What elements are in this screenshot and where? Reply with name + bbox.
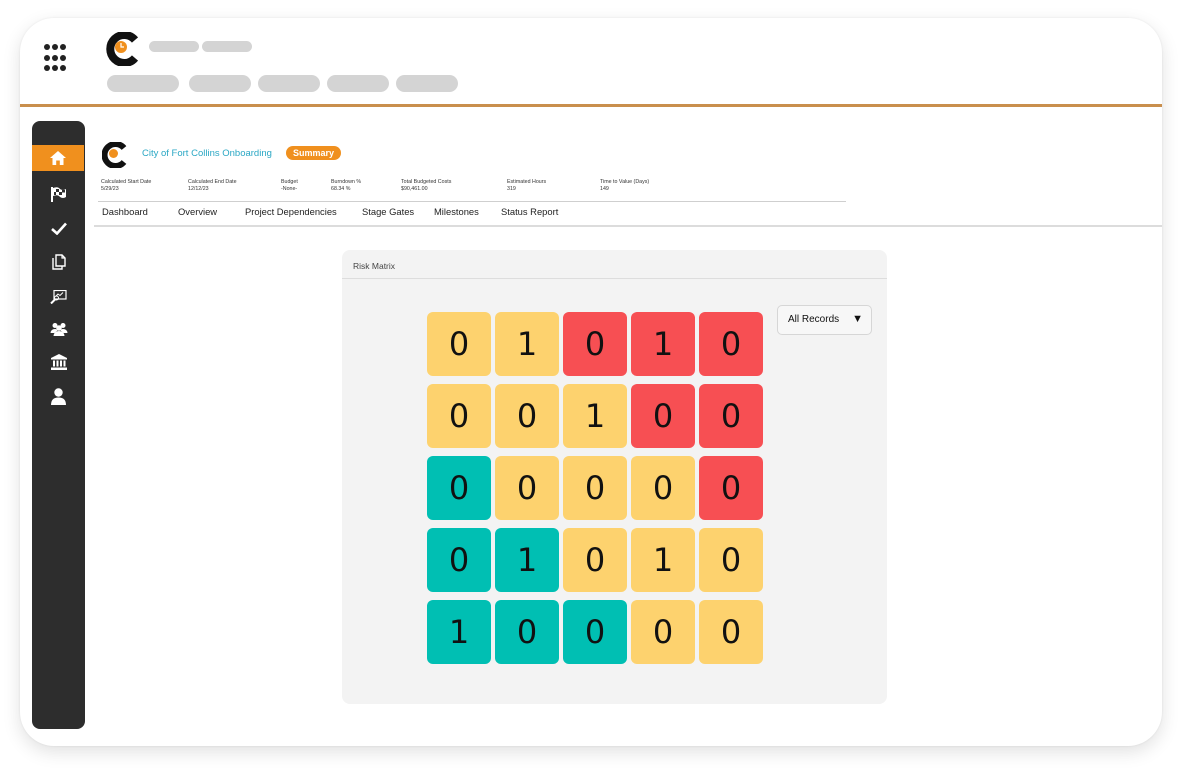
risk-cell[interactable]: 1 bbox=[427, 600, 491, 664]
records-filter-dropdown[interactable]: All Records ▼ bbox=[777, 305, 872, 335]
home-icon bbox=[50, 151, 66, 165]
risk-cell[interactable]: 1 bbox=[495, 528, 559, 592]
risk-cell[interactable]: 0 bbox=[495, 384, 559, 448]
tab-overview[interactable]: Overview bbox=[178, 206, 217, 217]
stat-start-date: Calculated Start Date 5/29/23 bbox=[101, 179, 151, 192]
stat-value: 68.34 % bbox=[331, 185, 351, 192]
stat-end-date: Calculated End Date 12/12/23 bbox=[188, 179, 237, 192]
nav-placeholder[interactable] bbox=[327, 75, 389, 92]
risk-cell[interactable]: 0 bbox=[699, 456, 763, 520]
risk-cell[interactable]: 0 bbox=[427, 312, 491, 376]
sidebar-item-milestones[interactable] bbox=[32, 181, 85, 207]
stat-value: 319 bbox=[507, 185, 516, 192]
user-icon bbox=[51, 387, 66, 405]
tab-milestones[interactable]: Milestones bbox=[434, 206, 479, 217]
app-window: City of Fort Collins Onboarding Summary … bbox=[20, 18, 1162, 746]
risk-cell[interactable]: 0 bbox=[563, 600, 627, 664]
tab-project-dependencies[interactable]: Project Dependencies bbox=[245, 206, 337, 217]
stat-label: Calculated Start Date bbox=[101, 179, 152, 185]
risk-cell[interactable]: 0 bbox=[495, 600, 559, 664]
stat-burndown: Burndown % 68.34 % bbox=[331, 179, 361, 192]
sidebar bbox=[32, 121, 85, 729]
risk-cell[interactable]: 0 bbox=[427, 456, 491, 520]
stat-budget: Budget -None- bbox=[281, 179, 298, 192]
placeholder-pill bbox=[149, 41, 199, 52]
sidebar-item-tasks[interactable] bbox=[32, 215, 85, 241]
stat-label: Time to Value (Days) bbox=[600, 179, 650, 185]
stat-value: $90,461.00 bbox=[401, 185, 428, 192]
brand-logo[interactable] bbox=[106, 31, 140, 71]
risk-cell[interactable]: 0 bbox=[563, 312, 627, 376]
sidebar-item-reports[interactable] bbox=[32, 284, 85, 310]
sidebar-item-financials[interactable] bbox=[32, 349, 85, 375]
stat-label: Budget bbox=[281, 179, 298, 185]
header-divider bbox=[20, 104, 1162, 107]
panel-divider bbox=[342, 278, 887, 279]
stat-value: 12/12/23 bbox=[188, 185, 209, 192]
sidebar-item-team[interactable] bbox=[32, 316, 85, 342]
stat-label: Calculated End Date bbox=[188, 179, 237, 185]
sidebar-item-documents[interactable] bbox=[32, 249, 85, 275]
placeholder-pill bbox=[202, 41, 252, 52]
team-icon bbox=[50, 323, 67, 336]
risk-cell[interactable]: 1 bbox=[495, 312, 559, 376]
stat-time-to-value: Time to Value (Days) 149 bbox=[600, 179, 649, 192]
sidebar-item-profile[interactable] bbox=[32, 383, 85, 409]
risk-cell[interactable]: 0 bbox=[427, 384, 491, 448]
project-logo bbox=[101, 141, 128, 173]
stat-label: Estimated Hours bbox=[507, 179, 547, 185]
sidebar-item-home[interactable] bbox=[32, 145, 84, 171]
monitor-icon bbox=[50, 290, 67, 304]
stats-divider bbox=[98, 201, 846, 202]
tab-status-report[interactable]: Status Report bbox=[501, 206, 558, 217]
stat-label: Burndown % bbox=[331, 179, 362, 185]
risk-cell[interactable]: 0 bbox=[631, 384, 695, 448]
risk-cell[interactable]: 0 bbox=[699, 528, 763, 592]
nav-placeholder[interactable] bbox=[396, 75, 458, 92]
risk-cell[interactable]: 1 bbox=[631, 528, 695, 592]
checkmark-icon bbox=[50, 222, 67, 235]
risk-cell[interactable]: 0 bbox=[495, 456, 559, 520]
risk-cell[interactable]: 0 bbox=[563, 456, 627, 520]
dropdown-arrow-icon: ▼ bbox=[852, 313, 863, 325]
tab-stage-gates[interactable]: Stage Gates bbox=[362, 206, 414, 217]
summary-badge[interactable]: Summary bbox=[286, 146, 342, 160]
project-title[interactable]: City of Fort Collins Onboarding bbox=[142, 148, 272, 159]
risk-cell[interactable]: 0 bbox=[699, 600, 763, 664]
nav-placeholder[interactable] bbox=[258, 75, 320, 92]
risk-matrix-panel: Risk Matrix 0101000100000000101010000 Al… bbox=[342, 250, 887, 704]
risk-cell[interactable]: 0 bbox=[631, 600, 695, 664]
risk-cell[interactable]: 0 bbox=[631, 456, 695, 520]
tabs-divider bbox=[94, 225, 1162, 227]
risk-cell[interactable]: 0 bbox=[563, 528, 627, 592]
risk-cell[interactable]: 0 bbox=[699, 384, 763, 448]
stat-value: 5/29/23 bbox=[101, 185, 119, 192]
stat-label: Total Budgeted Costs bbox=[401, 179, 452, 185]
risk-cell[interactable]: 1 bbox=[563, 384, 627, 448]
bank-icon bbox=[50, 354, 67, 370]
apps-grid-icon[interactable] bbox=[44, 44, 74, 74]
stat-value: 149 bbox=[600, 185, 609, 192]
stat-estimated-hours: Estimated Hours 319 bbox=[507, 179, 546, 192]
nav-placeholder[interactable] bbox=[107, 75, 179, 92]
nav-placeholder[interactable] bbox=[189, 75, 251, 92]
risk-cell[interactable]: 1 bbox=[631, 312, 695, 376]
stat-total-budgeted-costs: Total Budgeted Costs $90,461.00 bbox=[401, 179, 451, 192]
tab-dashboard[interactable]: Dashboard bbox=[102, 206, 148, 217]
risk-cell[interactable]: 0 bbox=[699, 312, 763, 376]
dropdown-value: All Records bbox=[788, 314, 840, 325]
risk-cell[interactable]: 0 bbox=[427, 528, 491, 592]
stat-value: -None- bbox=[281, 185, 298, 192]
documents-icon bbox=[51, 254, 66, 270]
panel-title: Risk Matrix bbox=[353, 261, 396, 271]
checkered-flag-icon bbox=[51, 186, 66, 202]
